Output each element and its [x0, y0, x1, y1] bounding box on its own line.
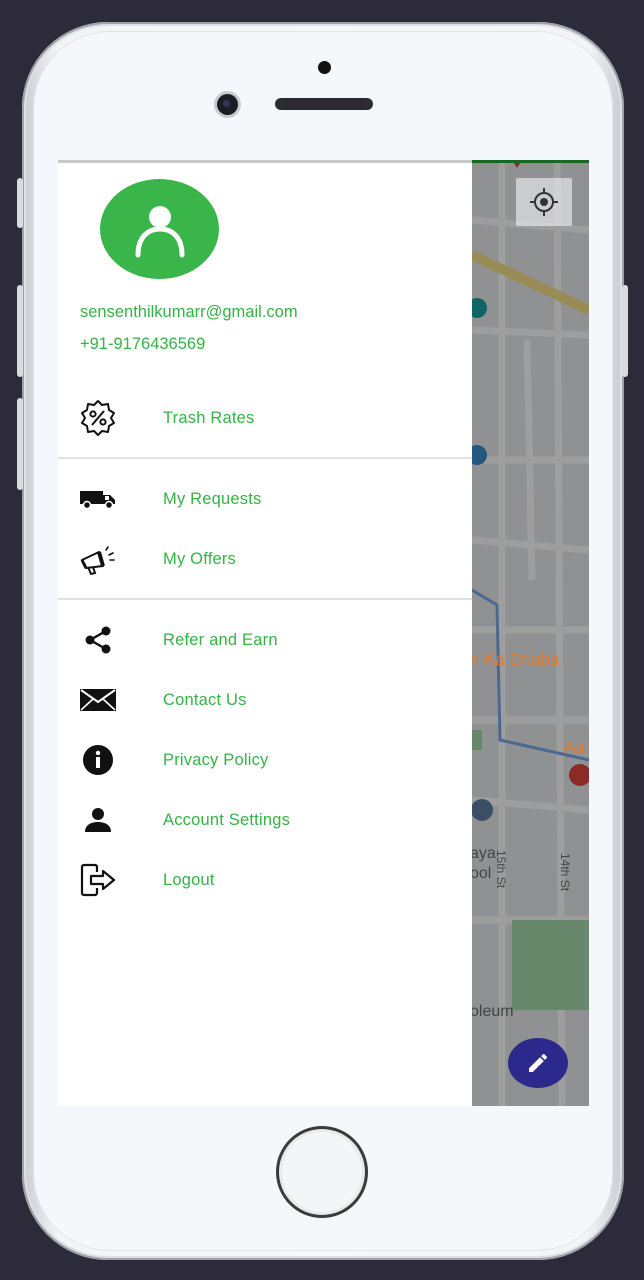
truck-icon [78, 479, 118, 519]
mute-switch [17, 178, 23, 228]
map-view[interactable]: in Ka Dhaba Aa aya ool 15th St 14th St o… [472, 160, 589, 1106]
menu-divider [58, 457, 472, 459]
home-button[interactable] [276, 1126, 368, 1218]
map-label-ool: ool [472, 865, 492, 882]
crosshair-icon [530, 188, 558, 216]
percent-badge-icon [78, 398, 118, 438]
info-icon [78, 740, 118, 780]
map-label-15th-st: 15th St [494, 850, 508, 889]
menu-label-refer-and-earn: Refer and Earn [163, 630, 278, 649]
power-button [622, 285, 628, 377]
drawer-scrim[interactable] [472, 160, 589, 1106]
menu-item-contact-us[interactable]: Contact Us [58, 672, 472, 728]
menu-item-refer-and-earn[interactable]: Refer and Earn [58, 612, 472, 668]
menu-label-privacy-policy: Privacy Policy [163, 750, 269, 769]
app-screen: in Ka Dhaba Aa aya ool 15th St 14th St o… [58, 160, 589, 1106]
map-label-aa: Aa [564, 738, 585, 757]
profile-email: sensenthilkumarr@gmail.com [80, 303, 298, 321]
proximity-sensor [318, 61, 331, 74]
avatar[interactable] [100, 179, 219, 279]
envelope-icon [78, 680, 118, 720]
menu-item-trash-rates[interactable]: Trash Rates [58, 390, 472, 446]
map-label-14th-st: 14th St [558, 853, 572, 892]
menu-item-privacy-policy[interactable]: Privacy Policy [58, 732, 472, 788]
map-label-dhaba: in Ka Dhaba [472, 650, 560, 669]
volume-up-button [17, 285, 23, 377]
menu-label-my-offers: My Offers [163, 549, 237, 568]
front-camera [217, 94, 238, 115]
map-label-aya: aya [472, 845, 496, 862]
menu-label-my-requests: My Requests [163, 489, 262, 508]
share-icon [78, 620, 118, 660]
menu-label-logout: Logout [163, 870, 215, 889]
navigation-drawer: sensenthilkumarr@gmail.com +91-917643656… [58, 160, 472, 1106]
drawer-top-border [58, 160, 472, 163]
menu-item-my-requests[interactable]: My Requests [58, 471, 472, 527]
logout-icon [78, 860, 118, 900]
volume-down-button [17, 398, 23, 490]
person-icon [78, 800, 118, 840]
earpiece-speaker [275, 98, 373, 110]
menu-label-account-settings: Account Settings [163, 810, 291, 829]
menu-item-logout[interactable]: Logout [58, 852, 472, 908]
megaphone-icon [78, 539, 118, 579]
menu-label-trash-rates: Trash Rates [163, 408, 255, 427]
menu-item-my-offers[interactable]: My Offers [58, 531, 472, 587]
my-location-button[interactable] [516, 178, 572, 226]
map-label-oleum: oleum [472, 1003, 514, 1020]
menu-item-account-settings[interactable]: Account Settings [58, 792, 472, 848]
pencil-icon [529, 1054, 547, 1072]
menu-divider [58, 598, 472, 600]
user-avatar-icon [135, 206, 184, 258]
menu-label-contact-us: Contact Us [163, 690, 247, 709]
edit-fab[interactable] [508, 1038, 568, 1088]
profile-phone: +91-9176436569 [80, 335, 206, 353]
